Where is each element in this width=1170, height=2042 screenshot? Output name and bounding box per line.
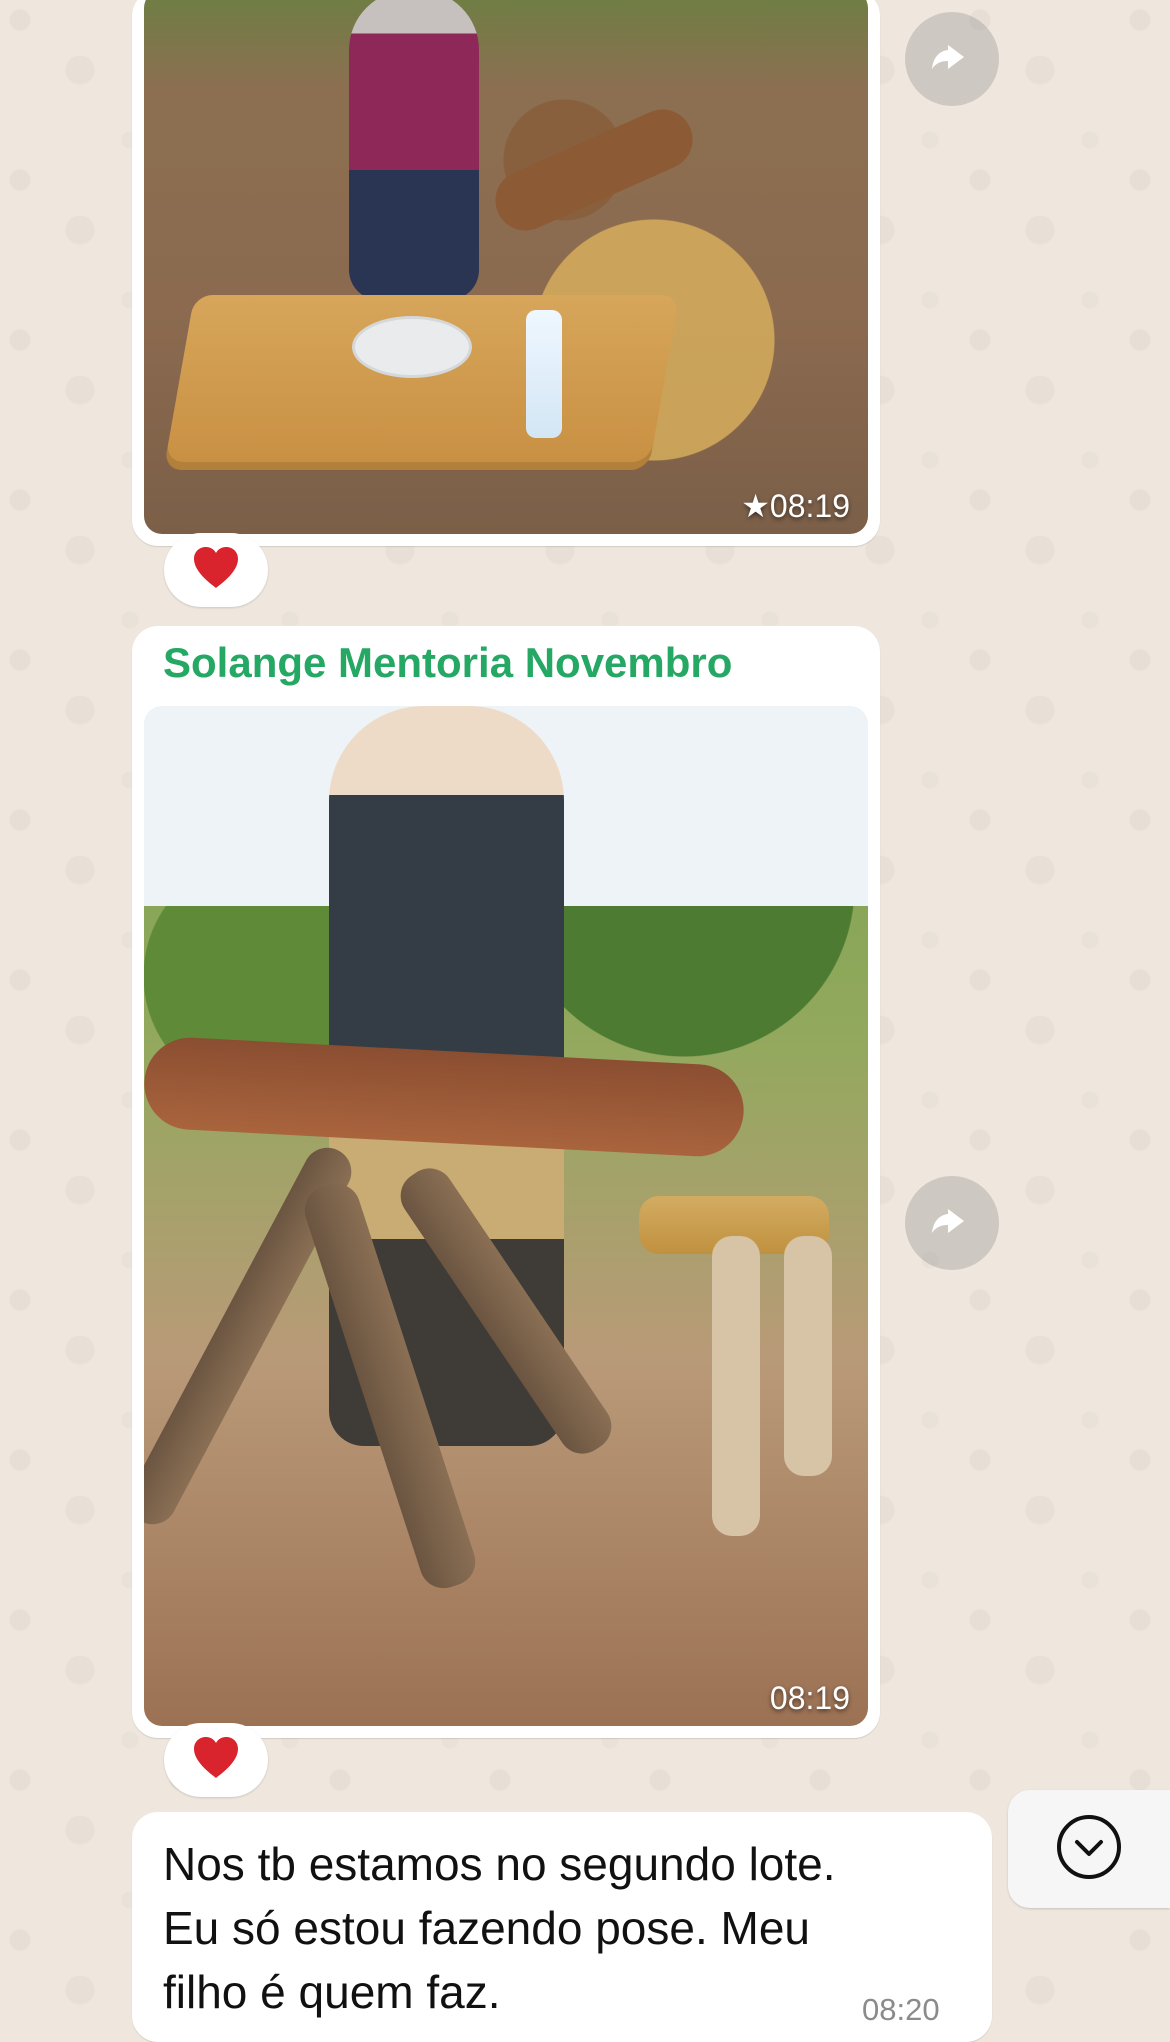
chevron-down-icon bbox=[1053, 1811, 1125, 1888]
person-figure bbox=[349, 0, 479, 300]
table-leg bbox=[712, 1236, 760, 1536]
media-timestamp: 08:19 bbox=[769, 1680, 850, 1716]
text-message-timestamp: 08:20 bbox=[862, 1992, 940, 2027]
media-image-2[interactable]: 08:19 bbox=[144, 706, 868, 1726]
forward-icon bbox=[930, 38, 974, 81]
media-image-1[interactable]: ★08:19 bbox=[144, 0, 868, 534]
forward-button-1[interactable] bbox=[905, 12, 999, 106]
media-message-2[interactable]: Solange Mentoria Novembro 08:19 bbox=[132, 626, 880, 1738]
forward-button-2[interactable] bbox=[905, 1176, 999, 1270]
forward-icon bbox=[930, 1202, 974, 1245]
bottle-object bbox=[526, 310, 562, 438]
heart-icon bbox=[190, 1735, 242, 1786]
media-timestamp: ★08:19 bbox=[741, 488, 850, 524]
scroll-down-button[interactable] bbox=[1008, 1790, 1170, 1908]
sender-name: Solange Mentoria Novembro bbox=[163, 639, 733, 686]
reaction-chip-2[interactable] bbox=[164, 1723, 268, 1797]
log-object bbox=[144, 1035, 746, 1159]
table-leg bbox=[784, 1236, 832, 1476]
plate-object bbox=[352, 316, 472, 378]
log-object bbox=[485, 99, 703, 241]
media-message-1[interactable]: ★08:19 bbox=[132, 0, 880, 546]
heart-icon bbox=[190, 545, 242, 596]
text-message-content: Nos tb estamos no segundo lote. Eu só es… bbox=[163, 1838, 836, 2018]
reaction-chip-1[interactable] bbox=[164, 533, 268, 607]
